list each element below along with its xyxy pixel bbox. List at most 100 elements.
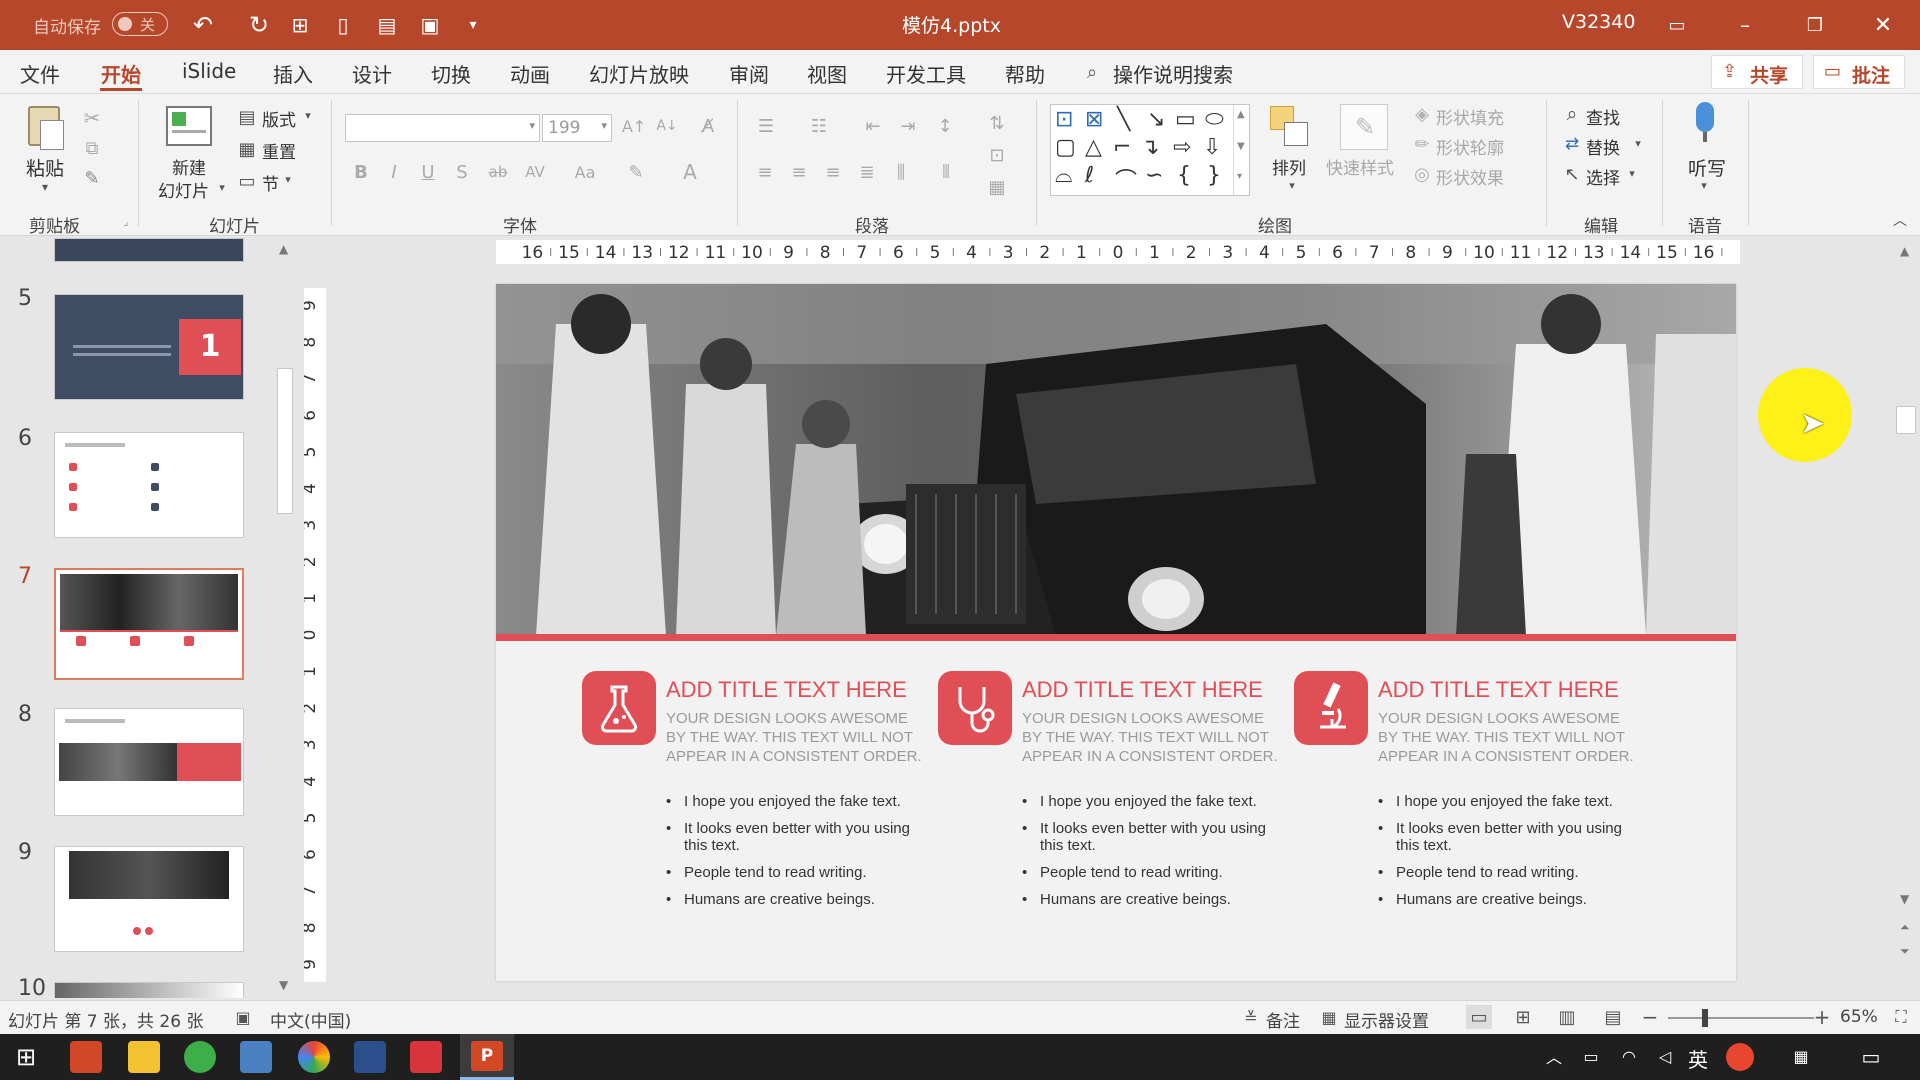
arrange-dropdown-icon[interactable]: ▾: [1286, 178, 1298, 192]
autosave-toggle[interactable]: 关: [112, 12, 168, 36]
clear-formatting-icon[interactable]: A̸: [694, 114, 722, 138]
slide-thumbnail-8[interactable]: [54, 708, 244, 816]
microphone-icon[interactable]: [1692, 102, 1718, 146]
share-button[interactable]: ⇪ 共享: [1711, 55, 1803, 89]
tab-review[interactable]: 审阅: [729, 59, 769, 88]
notes-button[interactable]: 备注: [1266, 1007, 1300, 1032]
zoom-slider[interactable]: [1668, 1017, 1814, 1019]
replace-button[interactable]: 替换: [1586, 134, 1620, 159]
collapse-ribbon-icon[interactable]: ︿: [1890, 212, 1910, 229]
decrease-indent-icon[interactable]: ⇤: [860, 114, 886, 138]
shape-fill-button[interactable]: 形状填充: [1436, 104, 1504, 129]
file-explorer-icon[interactable]: [128, 1041, 160, 1073]
cut-icon[interactable]: ✂: [80, 106, 104, 130]
paste-icon[interactable]: [22, 104, 70, 154]
slide-thumbnail-7-selected[interactable]: [54, 568, 244, 680]
minimize-icon[interactable]: –: [1730, 11, 1760, 39]
zoom-level[interactable]: 65%: [1840, 1007, 1878, 1027]
slide-thumbnail-5[interactable]: 1: [54, 294, 244, 400]
tab-view[interactable]: 视图: [807, 59, 847, 88]
zoom-out-icon[interactable]: −: [1640, 1005, 1660, 1029]
distributed-icon[interactable]: ⫼: [888, 160, 914, 184]
shape-effects-icon[interactable]: ◎: [1410, 162, 1434, 186]
tab-home[interactable]: 开始: [101, 59, 141, 88]
bold-icon[interactable]: B: [350, 160, 372, 184]
taskbar-app-icon[interactable]: [70, 1041, 102, 1073]
tray-expand-icon[interactable]: ︿: [1542, 1044, 1566, 1068]
tab-help[interactable]: 帮助: [1005, 59, 1045, 88]
volume-icon[interactable]: ◁: [1652, 1044, 1678, 1068]
align-center-icon[interactable]: ≡: [786, 160, 812, 184]
tab-slideshow[interactable]: 幻灯片放映: [589, 59, 689, 88]
reading-view-icon[interactable]: ▥: [1554, 1005, 1580, 1029]
chrome-icon[interactable]: [298, 1041, 330, 1073]
wifi-icon[interactable]: ◠: [1616, 1044, 1642, 1068]
search-tell-me[interactable]: 操作说明搜索: [1113, 59, 1233, 88]
strikethrough-icon[interactable]: ab: [485, 160, 511, 184]
scroll-down-icon[interactable]: ▼: [1900, 892, 1909, 906]
decrease-font-icon[interactable]: A↓: [655, 114, 679, 138]
font-size-input[interactable]: 199 ▾: [542, 114, 612, 142]
text-direction-icon[interactable]: ⇅: [982, 108, 1012, 138]
video-app-icon[interactable]: [410, 1041, 442, 1073]
slide-thumbnail-partial[interactable]: [54, 238, 244, 262]
restore-icon[interactable]: ❐: [1800, 11, 1830, 39]
char-spacing-icon[interactable]: AV: [518, 160, 552, 184]
font-color-icon[interactable]: A: [676, 160, 704, 184]
column-subtitle[interactable]: YOUR DESIGN LOOKS AWESOME BY THE WAY. TH…: [666, 709, 926, 766]
quick-styles-button[interactable]: 快速样式: [1326, 154, 1394, 179]
zoom-in-icon[interactable]: +: [1812, 1005, 1832, 1029]
thumbnail-scrollbar[interactable]: ▲ ▼: [274, 238, 296, 998]
column-title[interactable]: ADD TITLE TEXT HERE: [1022, 677, 1263, 703]
shape-outline-icon[interactable]: ✏: [1410, 132, 1434, 156]
slide-scroll-thumb[interactable]: [1896, 406, 1916, 434]
section-button[interactable]: 节: [262, 170, 279, 195]
new-slide-label-2[interactable]: 幻灯片: [158, 177, 209, 202]
paste-dropdown-icon[interactable]: ▾: [38, 180, 52, 194]
clipboard-launcher-icon[interactable]: ⌟: [120, 216, 132, 228]
ime-language-indicator[interactable]: 英: [1688, 1044, 1708, 1073]
slide-sorter-icon[interactable]: ⊞: [1510, 1005, 1536, 1029]
tab-islide[interactable]: iSlide: [182, 59, 236, 83]
select-dropdown-icon[interactable]: ▾: [1626, 166, 1638, 180]
powerpoint-taskbar-button[interactable]: P: [460, 1034, 514, 1080]
spellcheck-icon[interactable]: ▣: [232, 1006, 254, 1028]
vertical-ruler[interactable]: 9 8 7 6 5 4 3 2 1 0 1 2 3 4 5 6 7 8 9: [300, 288, 326, 982]
italic-icon[interactable]: I: [383, 160, 405, 184]
copy-icon[interactable]: ⧉: [80, 136, 104, 160]
new-slide-label-1[interactable]: 新建: [172, 154, 206, 179]
arrange-icon[interactable]: [1268, 104, 1312, 150]
ribbon-display-icon[interactable]: ▭: [1662, 11, 1692, 39]
action-center-icon[interactable]: ▭: [1856, 1042, 1886, 1072]
redo-icon[interactable]: ↻: [244, 10, 274, 40]
tab-insert[interactable]: 插入: [273, 59, 313, 88]
select-button[interactable]: 选择: [1586, 164, 1620, 189]
font-name-input[interactable]: ▾: [345, 114, 540, 142]
display-settings-icon[interactable]: ▦: [1318, 1006, 1340, 1028]
windows-start-icon[interactable]: ⊞: [10, 1042, 42, 1072]
new-file-icon[interactable]: ▯: [328, 10, 358, 40]
shadow-icon[interactable]: S: [451, 160, 473, 184]
column-subtitle[interactable]: YOUR DESIGN LOOKS AWESOME BY THE WAY. TH…: [1022, 709, 1282, 766]
column-bullet-list[interactable]: I hope you enjoyed the fake text. It loo…: [1378, 793, 1648, 918]
normal-view-icon[interactable]: ▭: [1466, 1005, 1492, 1029]
tab-file[interactable]: 文件: [20, 59, 60, 88]
column-bullet-list[interactable]: I hope you enjoyed the fake text. It loo…: [666, 793, 936, 918]
slide-thumbnail-6[interactable]: [54, 432, 244, 538]
dictate-button[interactable]: 听写: [1688, 154, 1726, 181]
tab-transitions[interactable]: 切换: [431, 59, 471, 88]
section-icon[interactable]: ▭: [236, 170, 258, 192]
replace-dropdown-icon[interactable]: ▾: [1632, 136, 1644, 150]
slideshow-view-icon[interactable]: ▤: [1600, 1005, 1626, 1029]
undo-icon[interactable]: ↶: [188, 10, 218, 40]
line-spacing-icon[interactable]: ↕: [930, 114, 960, 138]
arrange-button[interactable]: 排列: [1272, 154, 1306, 179]
new-slide-dropdown-icon[interactable]: ▾: [216, 180, 228, 194]
taskbar-app-icon[interactable]: ▦: [1788, 1044, 1814, 1068]
layout-button[interactable]: 版式: [262, 106, 296, 131]
scroll-up-icon[interactable]: ▲: [1900, 244, 1909, 258]
tab-design[interactable]: 设计: [352, 59, 392, 88]
increase-font-icon[interactable]: A↑: [622, 114, 646, 138]
next-slide-icon[interactable]: ⏷: [1900, 944, 1910, 959]
battery-icon[interactable]: ▭: [1578, 1044, 1604, 1068]
